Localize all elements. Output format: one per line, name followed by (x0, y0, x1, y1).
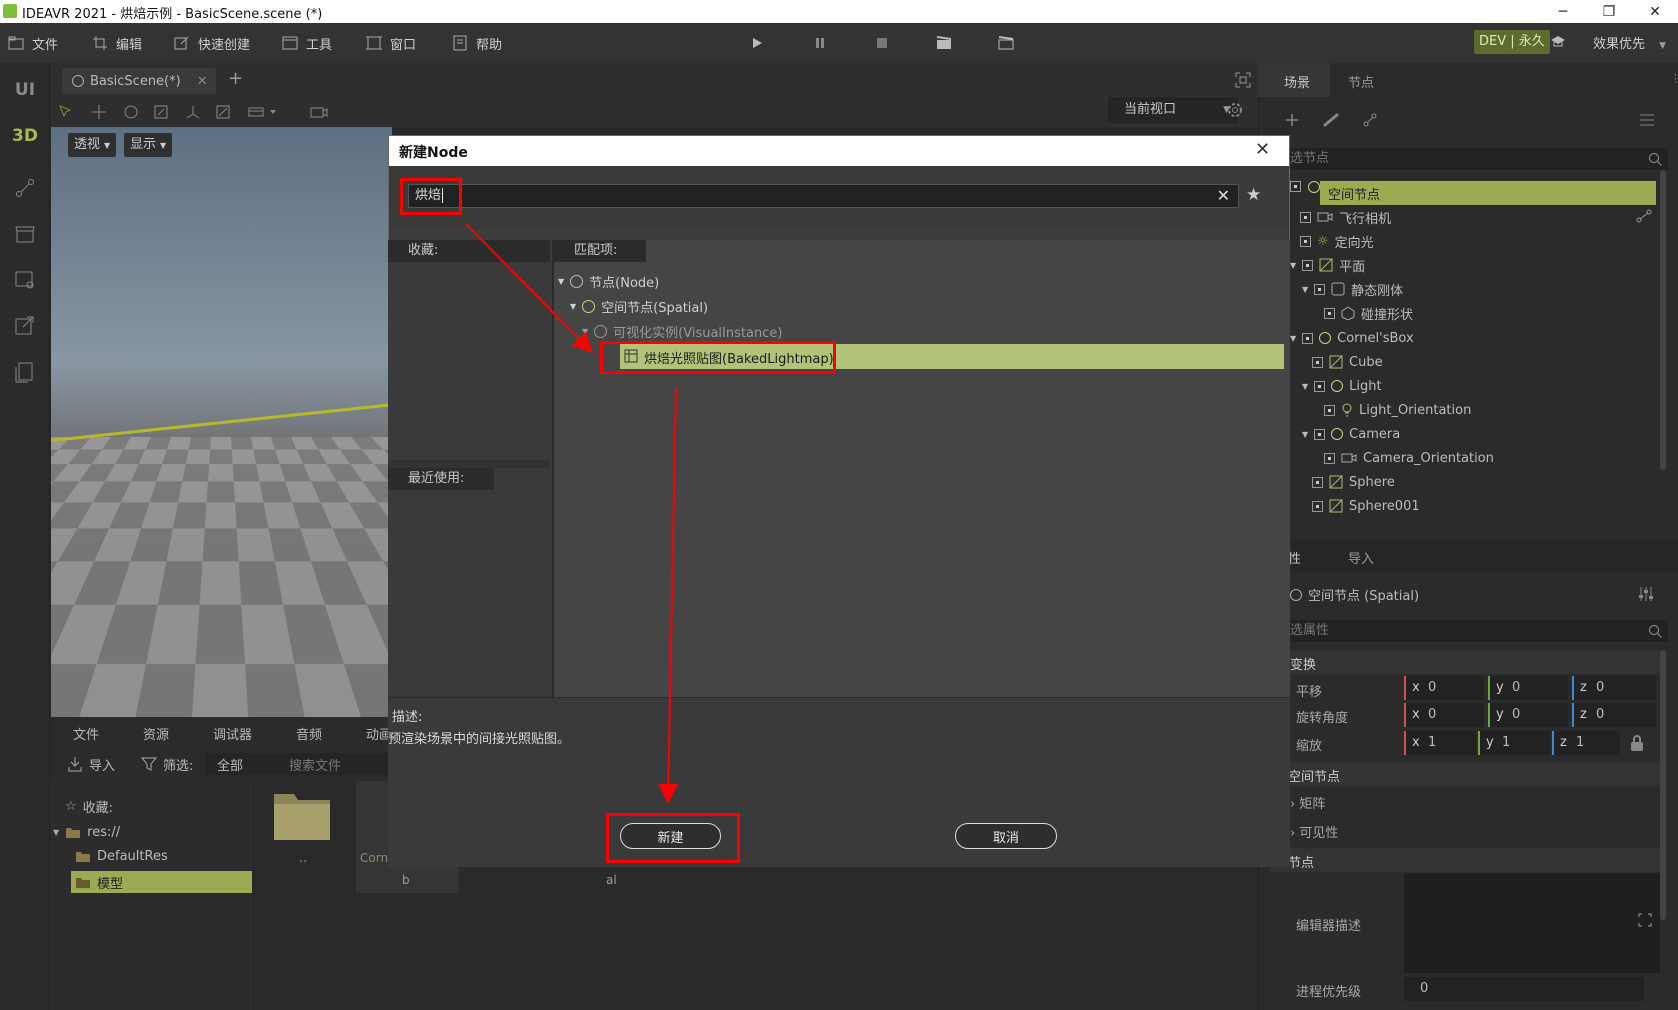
arrow-to-lightmap (465, 223, 593, 353)
annotation-arrows (465, 223, 679, 804)
arrow-to-create (658, 387, 679, 804)
